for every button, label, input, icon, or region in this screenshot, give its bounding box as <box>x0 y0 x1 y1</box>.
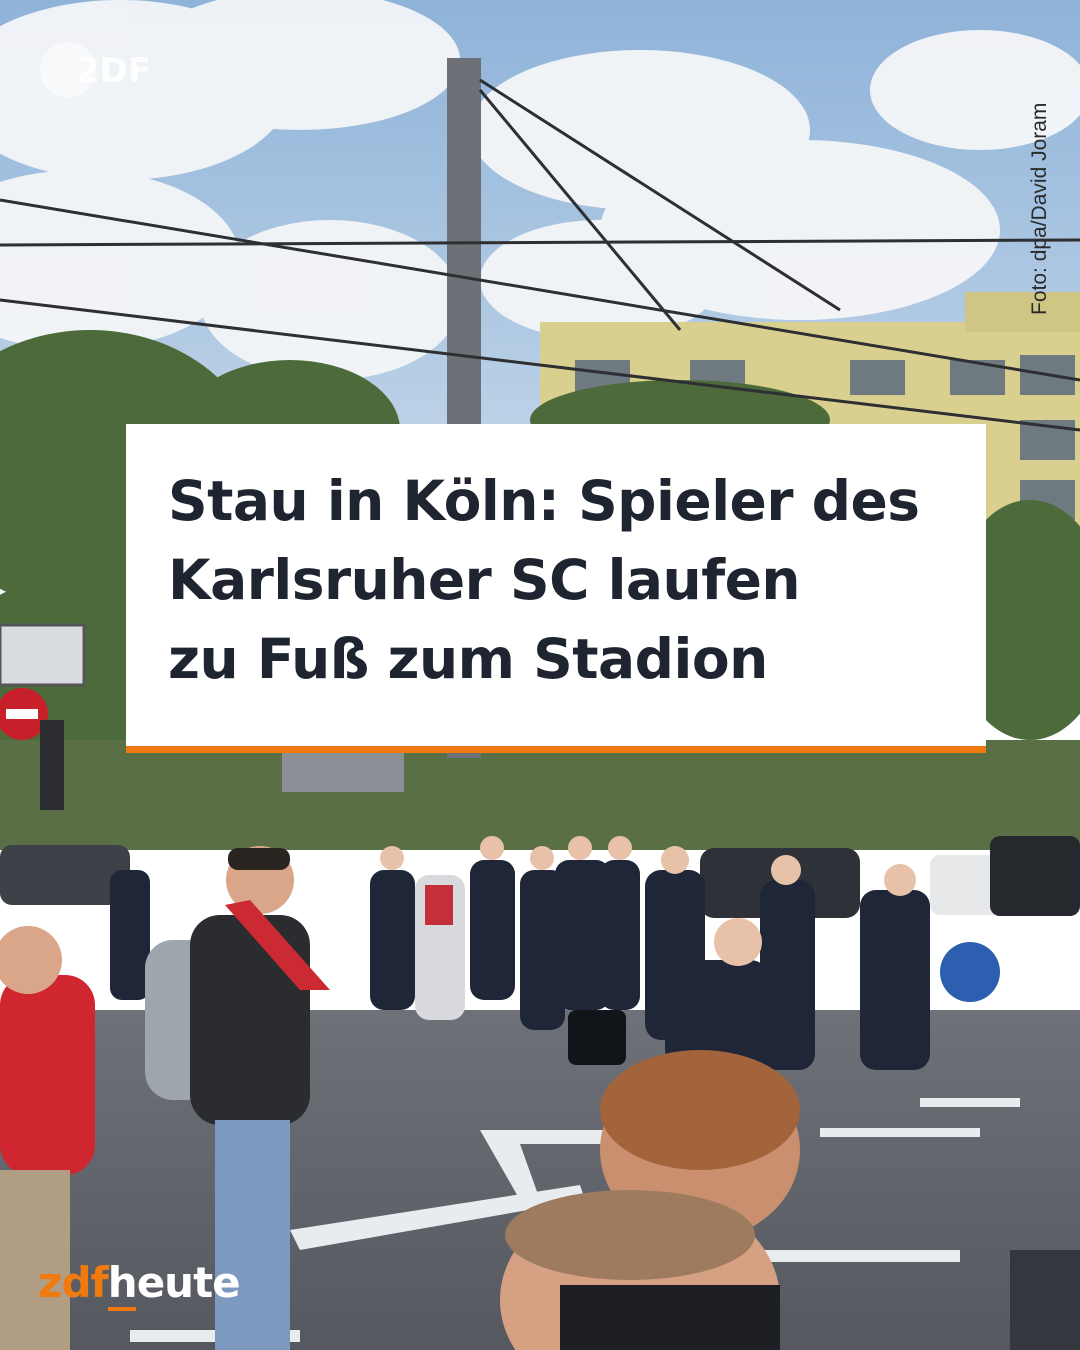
headline-line-3: zu Fuß zum Stadion <box>168 627 768 691</box>
brand-zdf: zdf <box>38 1258 109 1307</box>
zdfheute-logo: zdfheute <box>38 1258 241 1307</box>
photo-credit: Foto: dpa/David Joram <box>1028 102 1051 315</box>
zdf-logo-text: 2DF <box>76 51 148 91</box>
headline-line-1: Stau in Köln: Spieler des <box>168 469 920 533</box>
zdf-logo-icon: 2DF <box>40 42 151 98</box>
headline-box: Stau in Köln: Spieler des Karlsruher SC … <box>126 424 986 753</box>
zdf-watermark-logo: 2DF <box>38 40 151 104</box>
brand-heute: heute <box>107 1258 241 1307</box>
headline: Stau in Köln: Spieler des Karlsruher SC … <box>168 462 968 699</box>
headline-line-2: Karlsruher SC laufen <box>168 548 801 612</box>
